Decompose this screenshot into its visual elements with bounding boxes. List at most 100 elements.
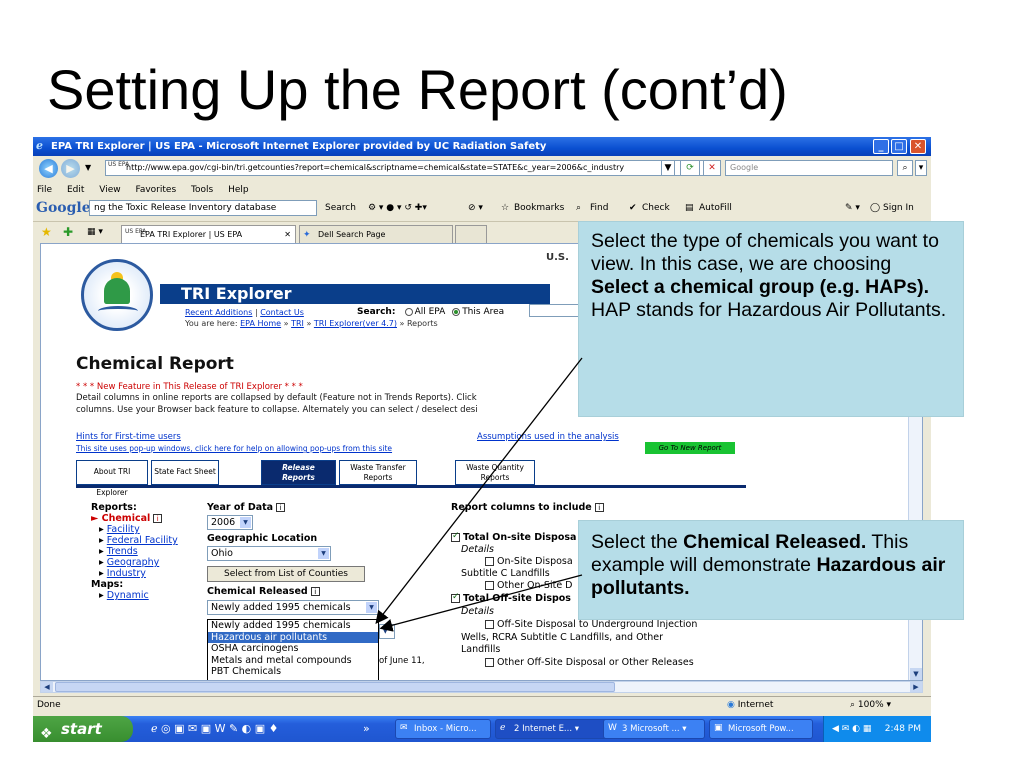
year-select[interactable]: 2006 ▼	[207, 515, 253, 530]
assumptions-link[interactable]: Assumptions used in the analysis	[477, 432, 619, 442]
select-counties-button[interactable]: Select from List of Counties	[207, 566, 365, 582]
horizontal-scrollbar[interactable]: ◀ ▶	[40, 681, 923, 693]
checkbox[interactable]	[485, 581, 494, 590]
new-tab-button[interactable]	[455, 225, 487, 243]
taskbar-inbox[interactable]: ✉ Inbox - Micro...	[395, 719, 491, 739]
wrench-icon[interactable]: ✎ ▾	[845, 197, 860, 219]
zoom-level[interactable]: ⌕ 100% ▾	[850, 697, 891, 713]
address-input[interactable]: US EPA http://www.epa.gov/cgi-bin/tri.ge…	[105, 160, 719, 176]
checkbox[interactable]	[451, 531, 460, 542]
search-options-icon[interactable]: ▾	[915, 160, 927, 176]
quick-tabs-icon[interactable]: ▦ ▾	[87, 227, 103, 237]
crumb-tri[interactable]: TRI	[291, 319, 304, 328]
go-new-report-button[interactable]: Go To New Report	[645, 442, 735, 454]
tab-about-tri[interactable]: About TRI Explorer	[76, 460, 148, 497]
google-search-button[interactable]: Search	[325, 197, 356, 219]
google-search-input[interactable]: ng the Toxic Release Inventory database	[89, 200, 317, 216]
check-button[interactable]: Check	[642, 197, 670, 219]
search-all-epa-radio[interactable]	[404, 307, 413, 316]
nav-trends[interactable]: Trends	[107, 546, 138, 557]
checkbox[interactable]	[485, 658, 494, 667]
tab-close-icon[interactable]: ✕	[284, 226, 291, 243]
scroll-left-icon[interactable]: ◀	[41, 682, 53, 692]
nav-industry[interactable]: Industry	[107, 568, 146, 579]
stop-icon[interactable]: ✕	[703, 160, 721, 176]
offsite-total-option[interactable]: Total Off-site Dispos	[451, 592, 571, 604]
find-button[interactable]: Find	[590, 197, 608, 219]
partial-select[interactable]: ▼	[379, 624, 395, 639]
other-onsite-option[interactable]: Other On-Site D	[485, 580, 573, 591]
tab-state-fact-sheet[interactable]: State Fact Sheet	[151, 460, 219, 485]
crumb-epa-home[interactable]: EPA Home	[240, 319, 281, 328]
taskbar-powerpoint[interactable]: ▣ Microsoft Pow...	[709, 719, 813, 739]
favorites-star-icon[interactable]: ★	[41, 225, 52, 239]
contact-us-link[interactable]: Contact Us	[260, 308, 304, 317]
search-input[interactable]: Google	[725, 160, 893, 176]
menu-file[interactable]: File	[37, 185, 52, 195]
close-button[interactable]: ✕	[910, 139, 926, 154]
option-hazardous-air[interactable]: Hazardous air pollutants	[208, 631, 378, 643]
popup-blocker-icon[interactable]: ⊘ ▾	[468, 197, 483, 219]
quicklaunch-icons[interactable]: ℯ ◎ ▣ ✉ ▣ W ✎ ◐ ▣ ♦	[151, 722, 279, 735]
epa-seal-logo[interactable]	[81, 259, 153, 331]
option-newly-added[interactable]: Newly added 1995 chemicals	[208, 620, 378, 632]
other-offsite-option[interactable]: Other Off-Site Disposal or Other Release…	[485, 657, 694, 668]
offsite-underground-option[interactable]: Off-Site Disposal to Underground Injecti…	[485, 619, 697, 630]
address-dropdown-icon[interactable]: ▼	[661, 160, 675, 176]
tab-waste-transfer[interactable]: Waste Transfer Reports	[339, 460, 417, 485]
tab-release-reports[interactable]: Release Reports	[261, 460, 336, 485]
history-dropdown-icon[interactable]: ▼	[85, 163, 91, 172]
autofill-button[interactable]: AutoFill	[699, 197, 732, 219]
menu-edit[interactable]: Edit	[67, 185, 84, 195]
option-osha[interactable]: OSHA carcinogens	[208, 643, 378, 655]
nav-geography[interactable]: Geography	[107, 557, 159, 568]
refresh-icon[interactable]: ⟳	[680, 160, 700, 176]
back-button[interactable]: ◀	[39, 159, 58, 178]
menu-tools[interactable]: Tools	[191, 185, 213, 195]
info-icon[interactable]: i	[153, 514, 163, 523]
nav-federal-facility[interactable]: Federal Facility	[107, 535, 178, 546]
scroll-thumb[interactable]	[55, 682, 615, 692]
info-icon[interactable]: i	[276, 503, 286, 512]
info-icon[interactable]: i	[594, 503, 604, 512]
start-button[interactable]: ❖ start	[33, 716, 133, 742]
option-metals[interactable]: Metals and metal compounds	[208, 655, 378, 667]
menu-favorites[interactable]: Favorites	[135, 185, 176, 195]
nav-dynamic[interactable]: Dynamic	[107, 590, 149, 601]
recent-additions-link[interactable]: Recent Additions	[185, 308, 252, 317]
add-favorite-icon[interactable]: ✚	[63, 225, 73, 239]
tab-waste-quantity[interactable]: Waste Quantity Reports	[455, 460, 535, 485]
search-this-area-radio[interactable]	[452, 307, 461, 316]
taskbar-ie[interactable]: ℯ2 Internet E... ▾	[495, 719, 613, 739]
scroll-down-icon[interactable]: ▼	[910, 668, 922, 680]
onsite-total-option[interactable]: Total On-site Disposa	[451, 531, 576, 543]
crumb-tri-explorer[interactable]: TRI Explorer(ver 4.7)	[314, 319, 397, 328]
hints-link[interactable]: Hints for First-time users	[76, 432, 181, 442]
signin-button[interactable]: Sign In	[883, 197, 914, 219]
menu-view[interactable]: View	[99, 185, 120, 195]
onsite-disposal-option[interactable]: On-Site Disposa	[485, 556, 573, 567]
option-pbt[interactable]: PBT Chemicals	[208, 666, 378, 678]
tray-icons[interactable]: ◀ ✉ ◐ ▦	[832, 716, 871, 742]
scroll-right-icon[interactable]: ▶	[910, 682, 922, 692]
checkbox[interactable]	[451, 592, 460, 603]
nav-facility[interactable]: Facility	[107, 524, 140, 535]
minimize-button[interactable]: _	[873, 139, 889, 154]
tab-dell-search[interactable]: ✦ Dell Search Page	[299, 225, 453, 243]
bookmarks-button[interactable]: Bookmarks	[514, 197, 564, 219]
nav-chemical[interactable]: ► Chemical i	[91, 513, 178, 524]
geo-select[interactable]: Ohio ▼	[207, 546, 331, 561]
taskbar-word[interactable]: W3 Microsoft ... ▾	[603, 719, 705, 739]
chemical-released-select[interactable]: Newly added 1995 chemicals ▼	[207, 600, 379, 615]
info-icon[interactable]: i	[310, 587, 320, 596]
tab-epa-tri-explorer[interactable]: US EPA EPA TRI Explorer | US EPA ✕	[121, 225, 296, 243]
maximize-button[interactable]: □	[891, 139, 907, 154]
popups-help-link[interactable]: This site uses pop-up windows, click her…	[76, 444, 392, 453]
quicklaunch-more-icon[interactable]: »	[363, 722, 370, 735]
forward-button[interactable]: ▶	[61, 159, 80, 178]
checkbox[interactable]	[485, 557, 494, 566]
pagerank-icon[interactable]: ⚙ ▾ ● ▾ ↺ ✚▾	[368, 197, 427, 219]
menu-help[interactable]: Help	[228, 185, 249, 195]
search-go-icon[interactable]: ⌕	[897, 160, 913, 176]
checkbox[interactable]	[485, 620, 494, 629]
